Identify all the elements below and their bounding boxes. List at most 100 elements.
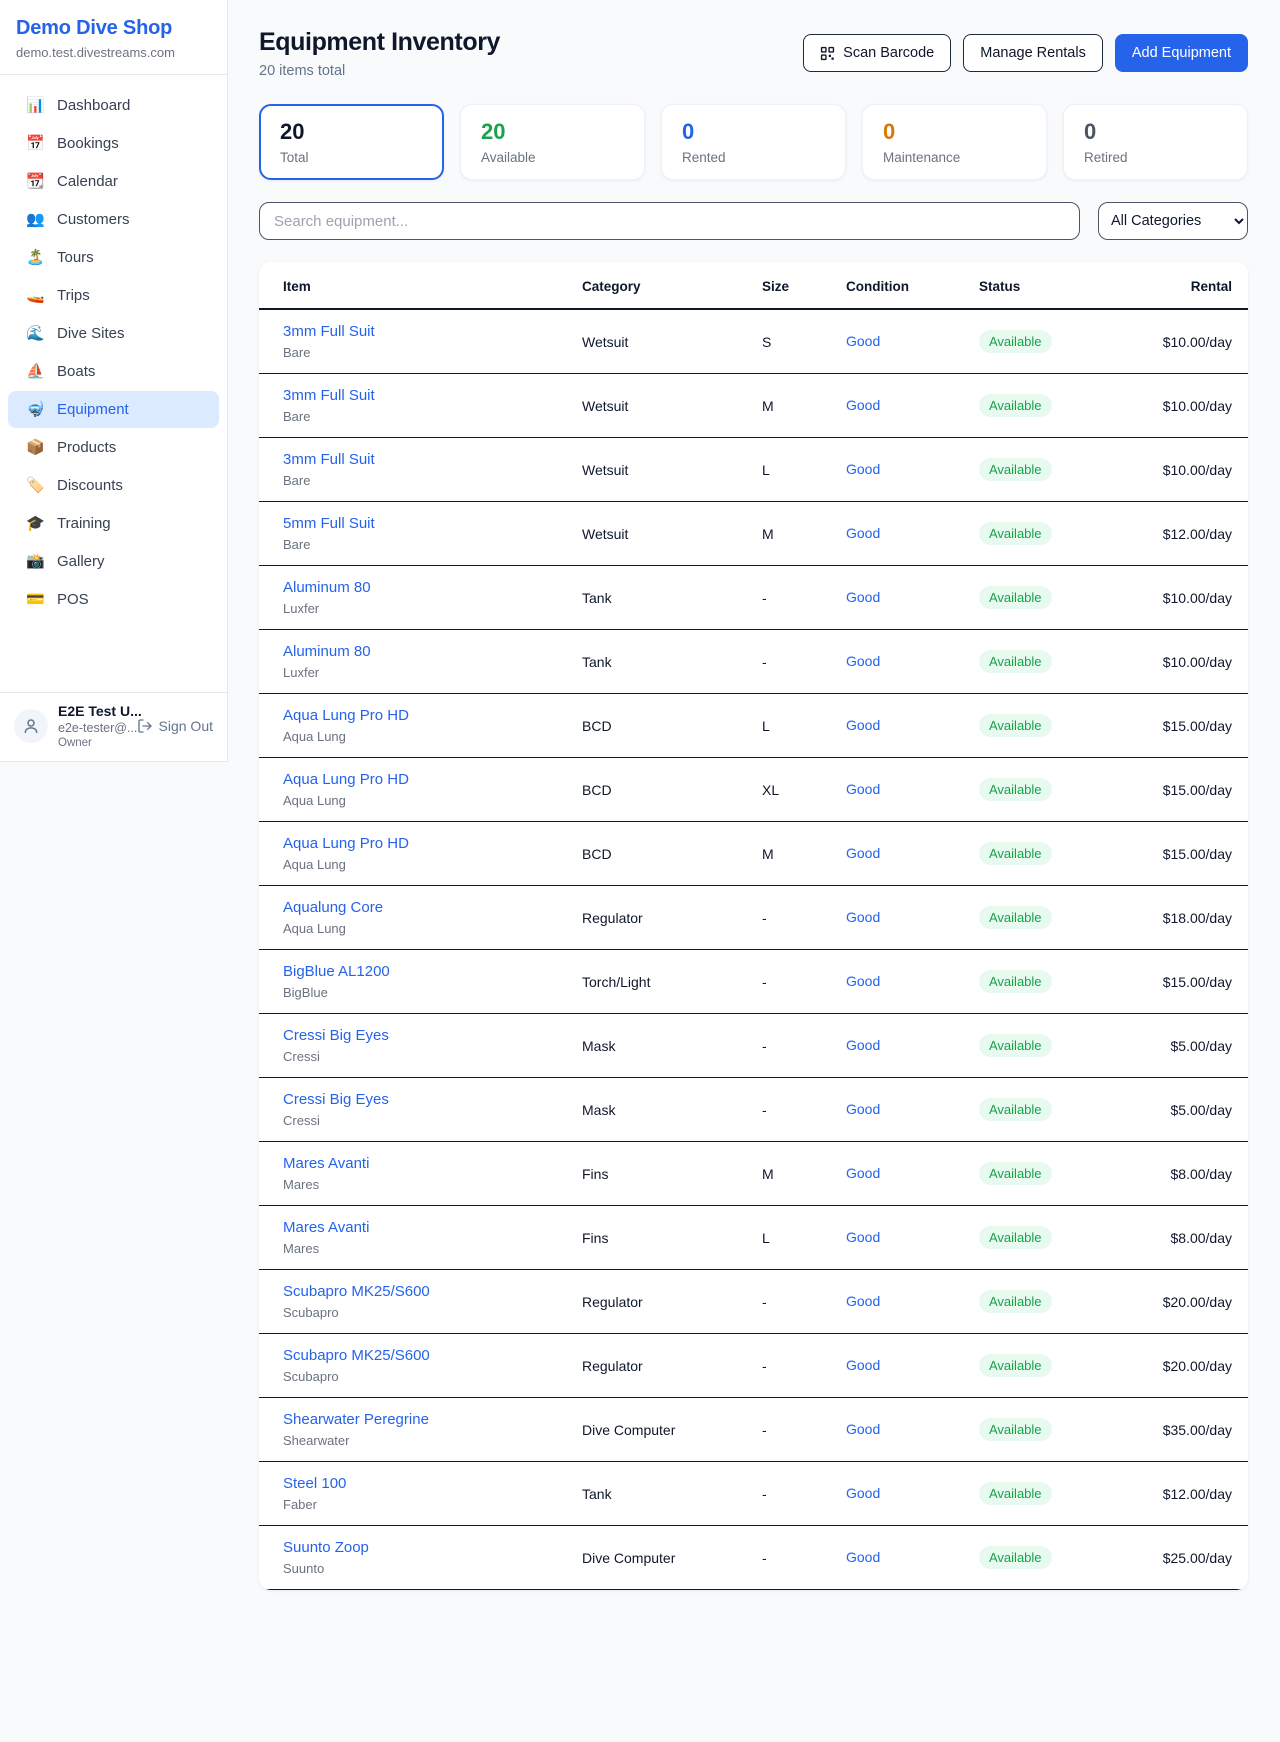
brand-title[interactable]: Demo Dive Shop	[16, 17, 211, 40]
boats-icon: ⛵	[26, 364, 44, 379]
sidebar-item-dive-sites[interactable]: 🌊 Dive Sites	[8, 315, 219, 352]
category-filter-select[interactable]: All Categories	[1098, 202, 1248, 240]
rental-rate: $20.00/day	[1142, 1270, 1248, 1334]
item-name-link[interactable]: Aluminum 80	[283, 578, 371, 598]
condition-link[interactable]: Good	[846, 1165, 880, 1181]
item-category: Tank	[566, 566, 746, 630]
table-row: Suunto Zoop Suunto Dive Computer - Good …	[259, 1526, 1248, 1590]
sidebar-item-trips[interactable]: 🚤 Trips	[8, 277, 219, 314]
sidebar-item-label: Discounts	[57, 477, 123, 494]
rental-rate: $35.00/day	[1142, 1398, 1248, 1462]
condition-link[interactable]: Good	[846, 397, 880, 413]
sidebar-item-dashboard[interactable]: 📊 Dashboard	[8, 87, 219, 124]
item-name-link[interactable]: Shearwater Peregrine	[283, 1410, 429, 1430]
condition-link[interactable]: Good	[846, 909, 880, 925]
sidebar-item-customers[interactable]: 👥 Customers	[8, 201, 219, 238]
table-row: 3mm Full Suit Bare Wetsuit S Good Availa…	[259, 309, 1248, 374]
item-brand: Shearwater	[283, 1433, 550, 1449]
condition-link[interactable]: Good	[846, 1485, 880, 1501]
sidebar-item-training[interactable]: 🎓 Training	[8, 505, 219, 542]
item-name-link[interactable]: 3mm Full Suit	[283, 450, 375, 470]
item-name-link[interactable]: Cressi Big Eyes	[283, 1090, 389, 1110]
sidebar-item-bookings[interactable]: 📅 Bookings	[8, 125, 219, 162]
rental-rate: $5.00/day	[1142, 1014, 1248, 1078]
table-row: Scubapro MK25/S600 Scubapro Regulator - …	[259, 1270, 1248, 1334]
add-equipment-button[interactable]: Add Equipment	[1115, 34, 1248, 72]
stat-card-retired[interactable]: 0 Retired	[1063, 104, 1248, 180]
stat-card-available[interactable]: 20 Available	[460, 104, 645, 180]
item-name-link[interactable]: Mares Avanti	[283, 1218, 369, 1238]
condition-link[interactable]: Good	[846, 333, 880, 349]
condition-link[interactable]: Good	[846, 717, 880, 733]
status-badge: Available	[979, 1354, 1052, 1377]
sidebar-item-boats[interactable]: ⛵ Boats	[8, 353, 219, 390]
item-name-link[interactable]: Steel 100	[283, 1474, 346, 1494]
item-name-link[interactable]: Scubapro MK25/S600	[283, 1346, 430, 1366]
stat-card-maintenance[interactable]: 0 Maintenance	[862, 104, 1047, 180]
sidebar-item-gallery[interactable]: 📸 Gallery	[8, 543, 219, 580]
item-name-link[interactable]: Suunto Zoop	[283, 1538, 369, 1558]
condition-link[interactable]: Good	[846, 589, 880, 605]
condition-link[interactable]: Good	[846, 845, 880, 861]
item-name-link[interactable]: Scubapro MK25/S600	[283, 1282, 430, 1302]
condition-link[interactable]: Good	[846, 1357, 880, 1373]
item-name-link[interactable]: 3mm Full Suit	[283, 322, 375, 342]
condition-link[interactable]: Good	[846, 1421, 880, 1437]
item-name-link[interactable]: Aluminum 80	[283, 642, 371, 662]
item-name-link[interactable]: 3mm Full Suit	[283, 386, 375, 406]
stat-card-total[interactable]: 20 Total	[259, 104, 444, 180]
item-name-link[interactable]: Aqualung Core	[283, 898, 383, 918]
sidebar-item-label: Dashboard	[57, 97, 130, 114]
sidebar-item-label: Customers	[57, 211, 130, 228]
item-name-link[interactable]: Aqua Lung Pro HD	[283, 770, 409, 790]
condition-link[interactable]: Good	[846, 1037, 880, 1053]
rental-rate: $10.00/day	[1142, 566, 1248, 630]
condition-link[interactable]: Good	[846, 525, 880, 541]
scan-barcode-button[interactable]: Scan Barcode	[803, 34, 951, 72]
condition-link[interactable]: Good	[846, 973, 880, 989]
sidebar-item-tours[interactable]: 🏝️ Tours	[8, 239, 219, 276]
training-icon: 🎓	[26, 516, 44, 531]
sidebar-item-equipment[interactable]: 🤿 Equipment	[8, 391, 219, 428]
table-row: Scubapro MK25/S600 Scubapro Regulator - …	[259, 1334, 1248, 1398]
item-name-link[interactable]: BigBlue AL1200	[283, 962, 390, 982]
item-brand: Bare	[283, 409, 550, 425]
condition-link[interactable]: Good	[846, 781, 880, 797]
item-size: M	[746, 822, 830, 886]
item-brand: Aqua Lung	[283, 729, 550, 745]
table-row: Mares Avanti Mares Fins M Good Available…	[259, 1142, 1248, 1206]
item-name-link[interactable]: Mares Avanti	[283, 1154, 369, 1174]
sign-out-button[interactable]: Sign Out	[137, 718, 213, 734]
condition-link[interactable]: Good	[846, 1229, 880, 1245]
rental-rate: $12.00/day	[1142, 502, 1248, 566]
item-category: Tank	[566, 1462, 746, 1526]
sidebar-item-discounts[interactable]: 🏷️ Discounts	[8, 467, 219, 504]
condition-link[interactable]: Good	[846, 1549, 880, 1565]
condition-link[interactable]: Good	[846, 653, 880, 669]
item-brand: Aqua Lung	[283, 857, 550, 873]
manage-rentals-button[interactable]: Manage Rentals	[963, 34, 1103, 72]
stat-value: 20	[280, 119, 423, 145]
table-row: 3mm Full Suit Bare Wetsuit L Good Availa…	[259, 438, 1248, 502]
table-row: Aqualung Core Aqua Lung Regulator - Good…	[259, 886, 1248, 950]
condition-link[interactable]: Good	[846, 1101, 880, 1117]
item-name-link[interactable]: Aqua Lung Pro HD	[283, 834, 409, 854]
item-name-link[interactable]: Cressi Big Eyes	[283, 1026, 389, 1046]
sidebar-item-calendar[interactable]: 📆 Calendar	[8, 163, 219, 200]
page-header: Equipment Inventory 20 items total Scan …	[259, 28, 1248, 79]
rental-rate: $18.00/day	[1142, 886, 1248, 950]
item-name-link[interactable]: 5mm Full Suit	[283, 514, 375, 534]
search-input[interactable]	[259, 202, 1080, 240]
item-name-link[interactable]: Aqua Lung Pro HD	[283, 706, 409, 726]
table-row: Mares Avanti Mares Fins L Good Available…	[259, 1206, 1248, 1270]
item-brand: Faber	[283, 1497, 550, 1513]
stat-card-rented[interactable]: 0 Rented	[661, 104, 846, 180]
stat-label: Total	[280, 150, 423, 165]
column-header-category: Category	[566, 262, 746, 309]
item-category: Mask	[566, 1078, 746, 1142]
condition-link[interactable]: Good	[846, 461, 880, 477]
condition-link[interactable]: Good	[846, 1293, 880, 1309]
table-header-row: Item Category Size Condition Status Rent…	[259, 262, 1248, 309]
sidebar-item-pos[interactable]: 💳 POS	[8, 581, 219, 618]
sidebar-item-products[interactable]: 📦 Products	[8, 429, 219, 466]
